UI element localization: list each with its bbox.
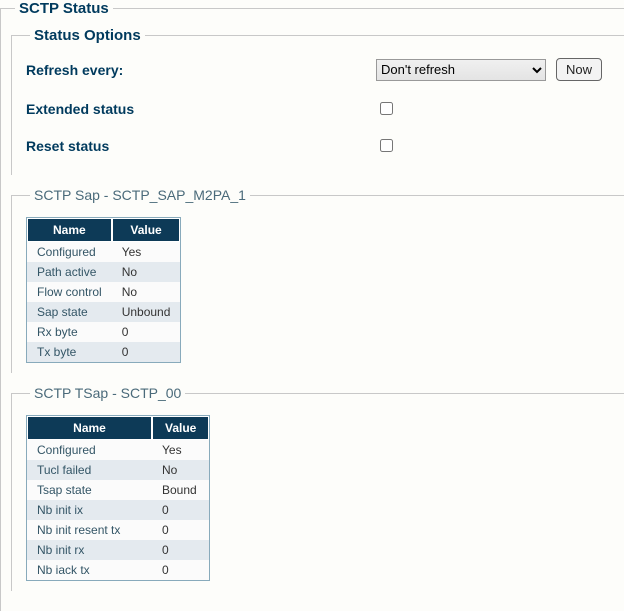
reset-row: Reset status xyxy=(26,136,614,155)
table-row: Configured Yes xyxy=(27,440,209,460)
sctp-sap-group: SCTP Sap - SCTP_SAP_M2PA_1 Name Value Co… xyxy=(11,187,624,373)
status-options-legend: Status Options xyxy=(30,27,145,44)
now-button[interactable]: Now xyxy=(556,58,602,81)
table-row: Nb init ix 0 xyxy=(27,500,209,520)
cell-value: 0 xyxy=(152,500,209,520)
sap-table: Name Value Configured Yes Path active No… xyxy=(26,217,181,363)
table-row: Nb init rx 0 xyxy=(27,540,209,560)
sctp-tsap-group: SCTP TSap - SCTP_00 Name Value Configure… xyxy=(11,385,624,591)
table-row: Tx byte 0 xyxy=(27,342,180,362)
tsap-col-name: Name xyxy=(27,416,152,440)
cell-name: Sap state xyxy=(27,302,112,322)
cell-value: 0 xyxy=(152,540,209,560)
refresh-label: Refresh every: xyxy=(26,62,376,78)
refresh-row: Refresh every: Don't refresh Now xyxy=(26,58,614,81)
cell-value: Yes xyxy=(152,440,209,460)
extended-checkbox[interactable] xyxy=(380,102,393,115)
reset-label: Reset status xyxy=(26,138,376,154)
table-row: Nb iack tx 0 xyxy=(27,560,209,580)
table-row: Path active No xyxy=(27,262,180,282)
cell-value: No xyxy=(152,460,209,480)
sctp-sap-legend: SCTP Sap - SCTP_SAP_M2PA_1 xyxy=(30,187,250,203)
cell-value: 0 xyxy=(112,342,181,362)
tsap-col-value: Value xyxy=(152,416,209,440)
cell-name: Path active xyxy=(27,262,112,282)
cell-value: 0 xyxy=(152,560,209,580)
sctp-status-panel: SCTP Status Status Options Refresh every… xyxy=(0,0,624,611)
panel-title: SCTP Status xyxy=(15,0,113,17)
cell-name: Nb init resent tx xyxy=(27,520,152,540)
table-row: Nb init resent tx 0 xyxy=(27,520,209,540)
cell-value: Bound xyxy=(152,480,209,500)
extended-row: Extended status xyxy=(26,99,614,118)
extended-label: Extended status xyxy=(26,101,376,117)
sctp-tsap-legend: SCTP TSap - SCTP_00 xyxy=(30,385,185,401)
cell-value: 0 xyxy=(112,322,181,342)
table-row: Tucl failed No xyxy=(27,460,209,480)
table-row: Tsap state Bound xyxy=(27,480,209,500)
cell-value: Yes xyxy=(112,242,181,262)
cell-name: Nb init ix xyxy=(27,500,152,520)
status-options-group: Status Options Refresh every: Don't refr… xyxy=(11,27,624,175)
refresh-select[interactable]: Don't refresh xyxy=(376,59,546,81)
cell-name: Configured xyxy=(27,242,112,262)
cell-value: Unbound xyxy=(112,302,181,322)
tsap-table: Name Value Configured Yes Tucl failed No… xyxy=(26,415,210,581)
cell-value: 0 xyxy=(152,520,209,540)
cell-name: Configured xyxy=(27,440,152,460)
reset-checkbox[interactable] xyxy=(380,139,393,152)
table-row: Flow control No xyxy=(27,282,180,302)
table-row: Sap state Unbound xyxy=(27,302,180,322)
cell-name: Nb init rx xyxy=(27,540,152,560)
table-row: Rx byte 0 xyxy=(27,322,180,342)
cell-value: No xyxy=(112,282,181,302)
cell-name: Rx byte xyxy=(27,322,112,342)
cell-value: No xyxy=(112,262,181,282)
cell-name: Nb iack tx xyxy=(27,560,152,580)
cell-name: Flow control xyxy=(27,282,112,302)
sap-col-value: Value xyxy=(112,218,181,242)
cell-name: Tx byte xyxy=(27,342,112,362)
sap-col-name: Name xyxy=(27,218,112,242)
cell-name: Tsap state xyxy=(27,480,152,500)
table-row: Configured Yes xyxy=(27,242,180,262)
cell-name: Tucl failed xyxy=(27,460,152,480)
